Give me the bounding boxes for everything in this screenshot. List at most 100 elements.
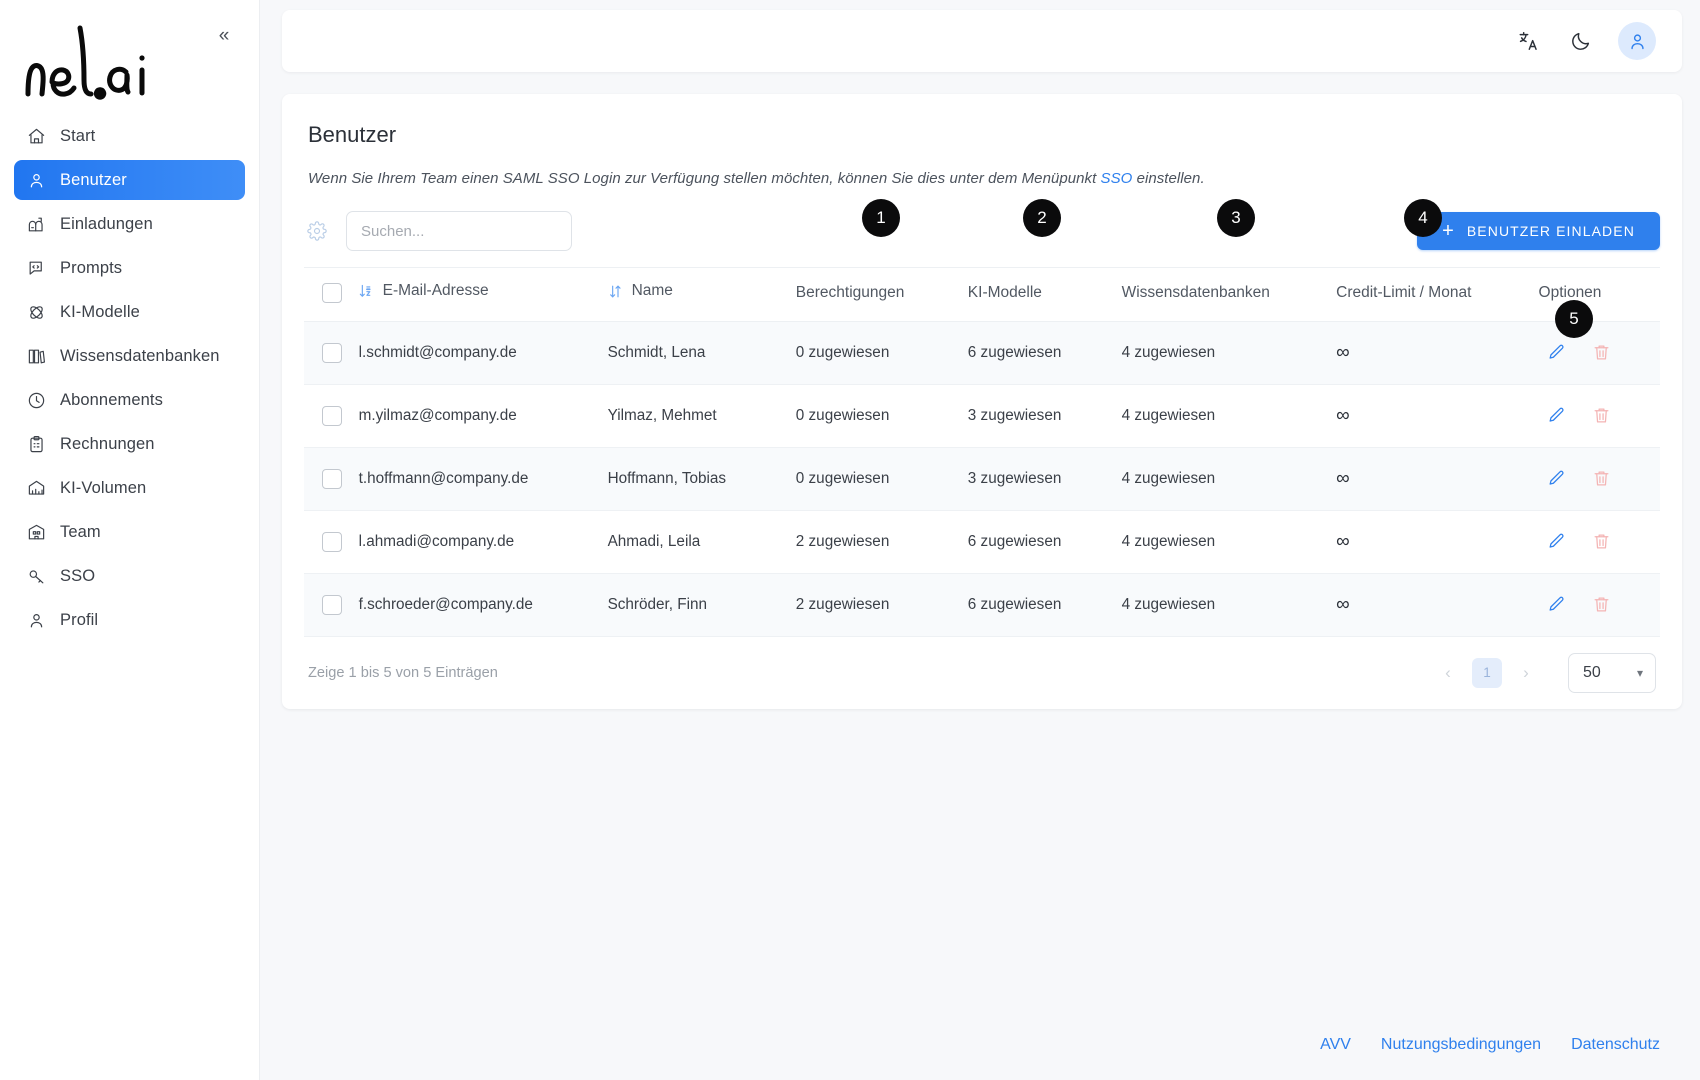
sidebar-item-rechnungen[interactable]: Rechnungen [14,424,245,464]
search-input[interactable] [346,211,572,251]
books-icon [26,346,46,366]
annotation-badge-1: 1 [862,199,900,237]
page-number-1[interactable]: 1 [1472,657,1502,688]
chevron-right-icon[interactable]: › [1510,657,1542,689]
sidebar-item-ki-modelle[interactable]: KI-Modelle [14,292,245,332]
annotation-badge-2: 2 [1023,199,1061,237]
infinity-symbol: ∞ [1336,530,1351,552]
table-row[interactable]: m.yilmaz@company.de Yilmaz, Mehmet 0 zug… [304,384,1660,448]
sidebar-item-label: Einladungen [60,214,153,233]
sidebar-item-abonnements[interactable]: Abonnements [14,380,245,420]
infinity-symbol: ∞ [1336,593,1351,615]
pencil-icon[interactable] [1547,595,1566,614]
users-card: Benutzer Wenn Sie Ihrem Team einen SAML … [282,94,1682,709]
cell-email: l.ahmadi@company.de [358,510,608,574]
sidebar-item-ki-volumen[interactable]: KI-Volumen [14,468,245,508]
sidebar-item-label: Start [60,126,96,145]
message-code-icon [26,258,46,278]
plus-icon: + [1442,220,1455,242]
annotation-badge-3: 3 [1217,199,1255,237]
link-avv[interactable]: AVV [1320,1036,1351,1054]
cell-options [1538,384,1660,448]
sidebar-item-wissensdatenbanken[interactable]: Wissensdatenbanken [14,336,245,376]
sidebar-item-start[interactable]: Start [14,116,245,156]
key-icon [26,566,46,586]
chart-icon [26,478,46,498]
cell-models: 3 zugewiesen [967,384,1122,448]
sidebar-item-label: Benutzer [60,170,127,189]
row-checkbox[interactable] [322,594,342,615]
link-nutzungsbedingungen[interactable]: Nutzungsbedingungen [1381,1036,1541,1054]
row-checkbox[interactable] [322,405,342,426]
trash-icon[interactable] [1592,469,1611,488]
sidebar-item-label: Rechnungen [60,434,155,453]
column-header-models: KI-Modelle [967,267,1122,322]
trash-icon[interactable] [1592,343,1611,362]
cell-credit: ∞ [1336,510,1539,574]
cell-options [1538,447,1660,511]
page-title: Benutzer [308,122,397,147]
row-checkbox[interactable] [322,468,342,489]
trash-icon[interactable] [1592,532,1611,551]
trash-icon[interactable] [1592,595,1611,614]
sidebar-collapse-icon[interactable]: « [211,22,237,48]
translate-icon[interactable] [1514,26,1544,56]
pencil-icon[interactable] [1547,406,1566,425]
user-avatar-icon[interactable] [1618,22,1656,60]
cell-email: l.schmidt@company.de [358,321,608,385]
sidebar-nav: Start Benutzer Einladungen Prompts KI-Mo… [0,112,259,640]
atom-icon [26,302,46,322]
table-row[interactable]: l.schmidt@company.de Schmidt, Lena 0 zug… [304,321,1660,385]
row-select-cell [304,321,359,385]
table-head: E-Mail-Adresse Name Berechtigungen KI-Mo… [304,267,1660,322]
table-toolbar: + BENUTZER EINLADEN 1 2 3 4 5 [304,199,1660,338]
cell-knowledge: 4 zugewiesen [1121,321,1337,385]
column-label-email: E-Mail-Adresse [382,282,489,299]
cell-permissions: 0 zugewiesen [795,447,968,511]
row-select-cell [304,573,359,637]
select-all-checkbox[interactable] [322,283,342,304]
sidebar-item-label: KI-Modelle [60,302,140,321]
sidebar-item-benutzer[interactable]: Benutzer [14,160,245,200]
sidebar-item-label: Profil [60,610,99,629]
gear-icon[interactable] [304,218,330,244]
app-logo [0,0,259,112]
sidebar-item-einladungen[interactable]: Einladungen [14,204,245,244]
sidebar-item-team[interactable]: Team [14,512,245,552]
moon-icon[interactable] [1566,26,1596,56]
sidebar-item-prompts[interactable]: Prompts [14,248,245,288]
table-row[interactable]: l.ahmadi@company.de Ahmadi, Leila 2 zuge… [304,510,1660,574]
row-select-cell [304,510,359,574]
cell-permissions: 2 zugewiesen [795,573,968,637]
cell-knowledge: 4 zugewiesen [1121,573,1337,637]
invite-user-button[interactable]: + BENUTZER EINLADEN [1417,212,1660,250]
row-select-cell [304,384,359,448]
app-root: « Start Benutzer Einladungen Prompts KI-… [0,0,1700,1080]
link-datenschutz[interactable]: Datenschutz [1571,1036,1660,1054]
column-header-permissions: Berechtigungen [795,267,968,322]
sidebar-item-label: Prompts [60,258,123,277]
trash-icon[interactable] [1592,406,1611,425]
column-header-email[interactable]: E-Mail-Adresse [358,267,608,322]
chevron-left-icon[interactable]: ‹ [1432,657,1464,689]
row-checkbox[interactable] [322,531,342,552]
pencil-icon[interactable] [1547,343,1566,362]
row-checkbox[interactable] [322,342,342,363]
table-row[interactable]: t.hoffmann@company.de Hoffmann, Tobias 0… [304,447,1660,511]
page-size-select[interactable]: 50 [1568,652,1656,693]
infinity-symbol: ∞ [1336,467,1351,489]
table-header-row: E-Mail-Adresse Name Berechtigungen KI-Mo… [304,267,1660,322]
column-header-name[interactable]: Name [607,267,796,322]
pencil-icon[interactable] [1547,532,1566,551]
sidebar-item-profil[interactable]: Profil [14,600,245,640]
sidebar-item-sso[interactable]: SSO [14,556,245,596]
legal-footer-links: AVV Nutzungsbedingungen Datenschutz [1320,1036,1660,1054]
column-label-name: Name [631,282,673,299]
pencil-icon[interactable] [1547,469,1566,488]
annotation-badge-4: 4 [1404,199,1442,237]
cell-name: Schröder, Finn [607,573,796,637]
sso-link[interactable]: SSO [1101,170,1133,187]
cell-name: Ahmadi, Leila [607,510,796,574]
table-row[interactable]: f.schroeder@company.de Schröder, Finn 2 … [304,573,1660,637]
cell-permissions: 2 zugewiesen [795,510,968,574]
